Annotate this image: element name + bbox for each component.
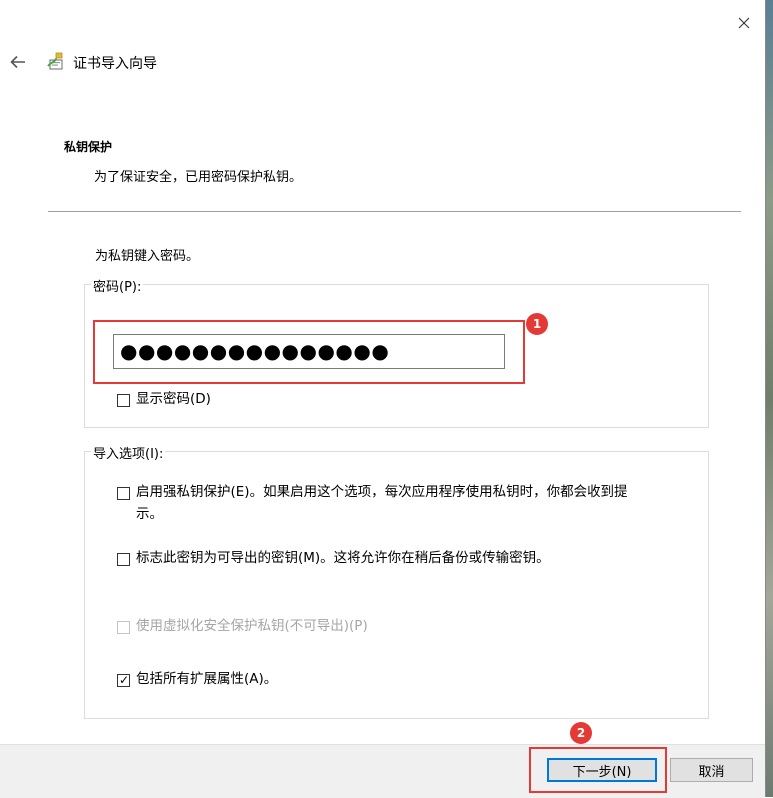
password-group-label: 密码(P): [91, 276, 144, 295]
strong-key-protection-label[interactable]: 启用强私钥保护(E)。如果启用这个选项，每次应用程序使用私钥时，你都会收到提 示… [136, 481, 696, 525]
section-description: 为了保证安全，已用密码保护私钥。 [94, 170, 303, 185]
certificate-import-wizard-window: 证书导入向导 私钥保护 为了保证安全，已用密码保护私钥。 为私钥键入密码。 密码… [0, 0, 766, 798]
section-heading: 私钥保护 [64, 140, 113, 154]
strong-key-protection-line2: 示。 [136, 506, 163, 522]
extended-properties-checkbox[interactable]: ✓ [117, 673, 130, 687]
exportable-key-checkbox[interactable] [117, 553, 130, 566]
import-options-group-label: 导入选项(I): [91, 443, 166, 462]
virtualization-protection-label: 使用虚拟化安全保护私钥(不可导出)(P) [136, 618, 368, 634]
show-password-checkbox[interactable] [117, 394, 130, 407]
cancel-button[interactable]: 取消 [670, 758, 753, 782]
exportable-key-label[interactable]: 标志此密钥为可导出的密钥(M)。这将允许你在稍后备份或传输密钥。 [136, 547, 550, 569]
back-arrow-icon [10, 55, 25, 69]
strong-key-protection-line1: 启用强私钥保护(E)。如果启用这个选项，每次应用程序使用私钥时，你都会收到提 [136, 484, 628, 500]
annotation-badge-1: 1 [526, 313, 548, 335]
close-icon [738, 17, 750, 29]
instruction-text: 为私钥键入密码。 [95, 249, 200, 264]
show-password-label[interactable]: 显示密码(D) [136, 388, 211, 410]
password-highlight-box [93, 320, 525, 384]
wizard-title: 证书导入向导 [73, 56, 157, 72]
back-button[interactable] [4, 50, 32, 74]
certificate-icon [47, 52, 63, 70]
header-divider [48, 211, 741, 212]
strong-key-protection-checkbox[interactable] [117, 487, 130, 500]
desktop-background [766, 0, 773, 797]
next-button-highlight-box [529, 747, 667, 793]
extended-properties-label[interactable]: 包括所有扩展属性(A)。 [136, 668, 277, 690]
virtualization-protection-checkbox [117, 621, 130, 634]
close-button[interactable] [726, 10, 762, 36]
annotation-badge-2: 2 [570, 722, 592, 744]
checkmark-icon: ✓ [119, 673, 130, 687]
